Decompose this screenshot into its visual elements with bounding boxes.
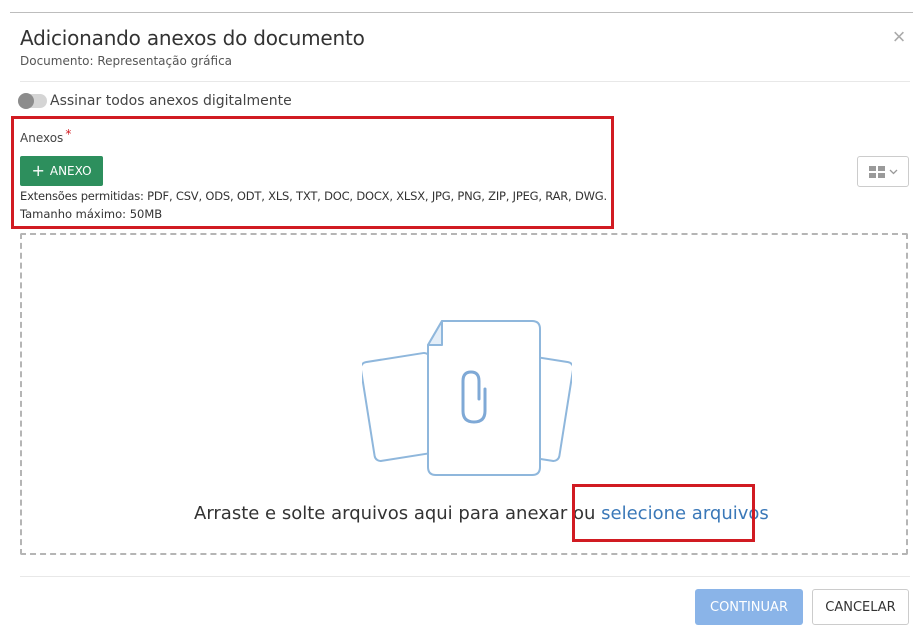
view-mode-dropdown[interactable] — [857, 156, 909, 187]
close-icon[interactable]: × — [888, 26, 910, 48]
continue-button[interactable]: CONTINUAR — [695, 589, 803, 625]
grid-view-icon — [868, 165, 885, 178]
highlight-annotation-select-link — [572, 484, 755, 542]
file-dropzone[interactable]: Arraste e solte arquivos aqui para anexa… — [20, 233, 908, 555]
cancel-button[interactable]: CANCELAR — [812, 589, 909, 625]
paperclip-file-icon — [362, 320, 572, 476]
modal-subtitle: Documento: Representação gráfica — [20, 54, 233, 68]
sign-all-toggle-label: Assinar todos anexos digitalmente — [50, 93, 292, 109]
footer-divider — [20, 576, 910, 577]
highlight-annotation-attachments — [11, 116, 614, 229]
header-divider — [20, 81, 910, 82]
modal-title: Adicionando anexos do documento — [20, 26, 365, 50]
top-divider — [10, 12, 913, 13]
chevron-down-icon — [889, 169, 897, 174]
sign-all-toggle[interactable] — [18, 93, 47, 109]
dropzone-instruction: Arraste e solte arquivos aqui para anexa… — [194, 503, 602, 524]
toggle-knob — [18, 93, 34, 109]
